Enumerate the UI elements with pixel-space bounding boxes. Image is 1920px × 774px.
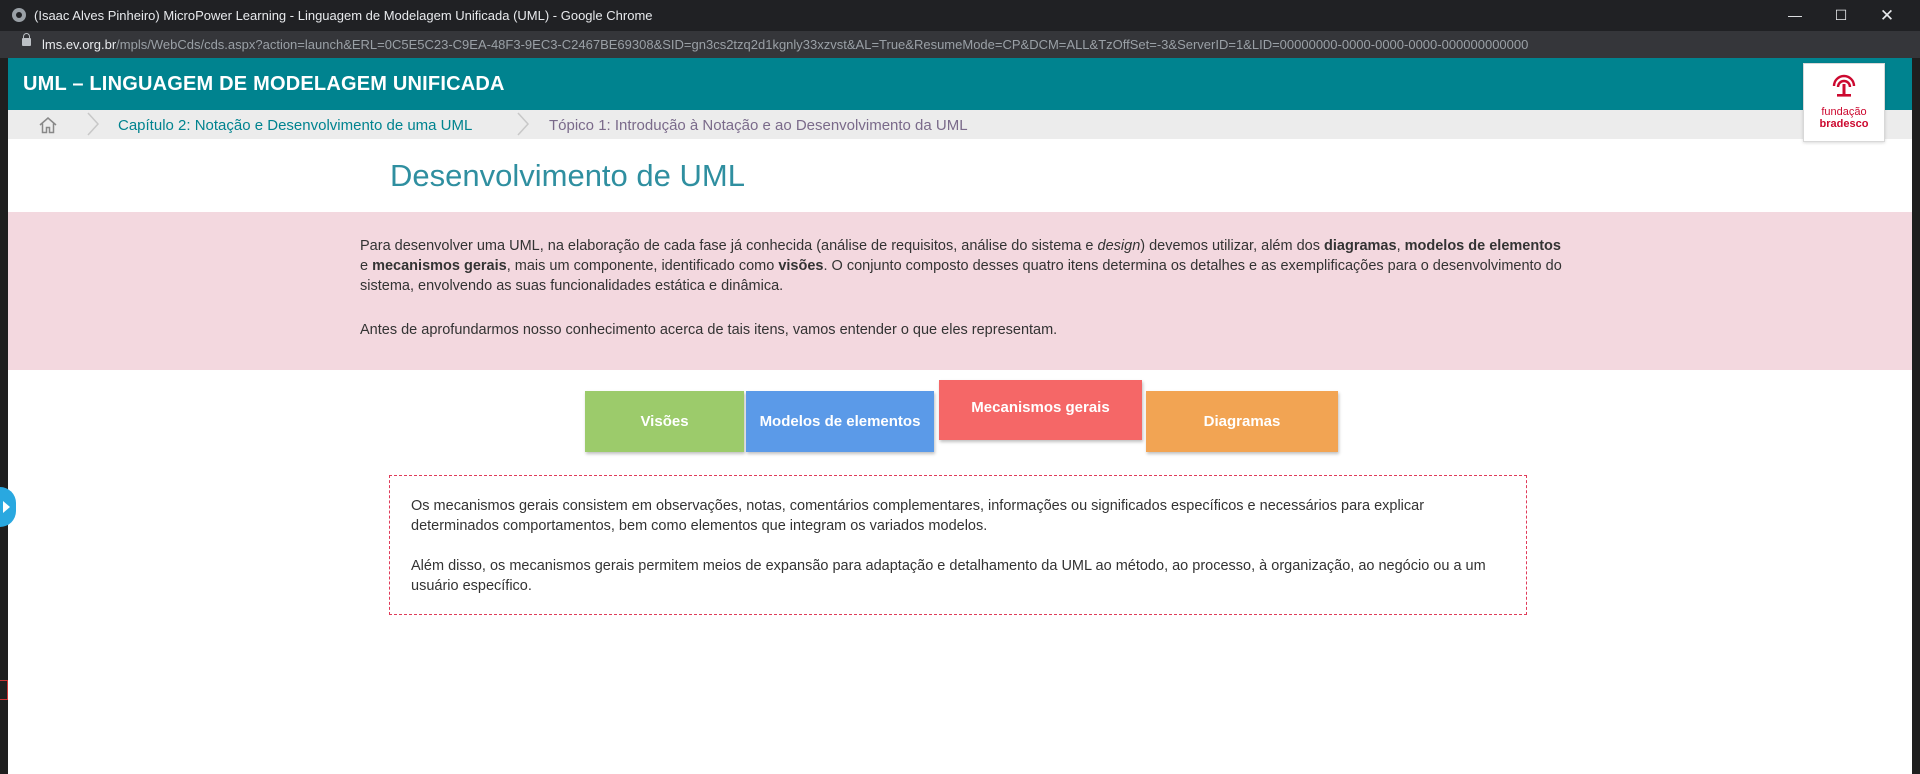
intro-text-segment: e (360, 258, 373, 274)
intro-text-segment: , (1396, 238, 1405, 254)
fundacao-bradesco-logo: fundação bradesco (1803, 63, 1885, 142)
tab-visoes[interactable]: Visões (585, 391, 744, 452)
tab-diagramas[interactable]: Diagramas (1146, 391, 1338, 452)
tab-label: Mecanismos gerais (971, 399, 1110, 416)
intro-text-segment: Para desenvolver uma UML, na elaboração … (360, 238, 1098, 254)
page-title: Desenvolvimento de UML (390, 158, 745, 193)
intro-text-segment: diagramas (1324, 238, 1397, 254)
intro-panel: Para desenvolver uma UML, na elaboração … (8, 212, 1912, 370)
intro-text-segment: visões (778, 258, 824, 274)
tab-label: Modelos de elementos (759, 413, 921, 430)
course-title: UML – LINGUAGEM DE MODELAGEM UNIFICADA (23, 73, 505, 95)
page-viewport: UML – LINGUAGEM DE MODELAGEM UNIFICADA f… (8, 58, 1912, 774)
logo-text-bradesco: bradesco (1819, 118, 1869, 130)
url-host: lms.ev.org.br (42, 37, 117, 52)
window-title-bar: (Isaac Alves Pinheiro) MicroPower Learni… (0, 0, 1920, 31)
tab-mecanismos-gerais[interactable]: Mecanismos gerais (939, 380, 1142, 440)
tab-label: Visões (640, 413, 689, 430)
logo-text-fundacao: fundação (1821, 106, 1867, 118)
intro-text-segment: mecanismos gerais (372, 258, 507, 274)
window-edge-marker (0, 680, 8, 700)
intro-text-segment: design (1097, 238, 1141, 254)
breadcrumb-separator-icon (517, 112, 530, 136)
url-path: /mpls/WebCds/cds.aspx?action=launch&ERL=… (116, 37, 1529, 52)
breadcrumb-item-chapter[interactable]: Capítulo 2: Notação e Desenvolvimento de… (118, 117, 472, 134)
content-paragraph-2: Além disso, os mecanismos gerais permite… (411, 558, 1486, 594)
breadcrumb-item-topic[interactable]: Tópico 1: Introdução à Notação e ao Dese… (549, 117, 968, 134)
intro-text-segment: modelos de elementos (1404, 238, 1561, 254)
breadcrumb-separator-icon (87, 112, 100, 136)
intro-paragraph-1: Para desenvolver uma UML, na elaboração … (360, 236, 1570, 296)
url-text[interactable]: lms.ev.org.br/mpls/WebCds/cds.aspx?actio… (42, 37, 1528, 52)
tab-modelos-de-elementos[interactable]: Modelos de elementos (746, 391, 934, 452)
course-header: UML – LINGUAGEM DE MODELAGEM UNIFICADA (8, 58, 1912, 110)
tab-label: Diagramas (1203, 413, 1281, 430)
lock-icon[interactable] (22, 33, 31, 46)
intro-text-segment: ) devemos utilizar, além dos (1140, 238, 1325, 254)
intro-paragraph-2: Antes de aprofundarmos nosso conheciment… (360, 322, 1058, 338)
close-button[interactable]: ✕ (1864, 0, 1910, 31)
home-icon[interactable] (38, 116, 58, 134)
breadcrumb: Capítulo 2: Notação e Desenvolvimento de… (8, 110, 1912, 139)
bradesco-logo-icon (1832, 74, 1856, 97)
maximize-button[interactable]: ☐ (1818, 0, 1864, 31)
content-paragraph-1: Os mecanismos gerais consistem em observ… (411, 498, 1425, 534)
intro-text-segment: , mais um componente, identificado como (506, 258, 779, 274)
tab-content-panel: Os mecanismos gerais consistem em observ… (389, 475, 1527, 615)
window-title: (Isaac Alves Pinheiro) MicroPower Learni… (34, 8, 653, 23)
minimize-button[interactable]: — (1772, 0, 1818, 31)
address-bar[interactable]: lms.ev.org.br/mpls/WebCds/cds.aspx?actio… (0, 31, 1920, 58)
chrome-icon (12, 8, 26, 22)
